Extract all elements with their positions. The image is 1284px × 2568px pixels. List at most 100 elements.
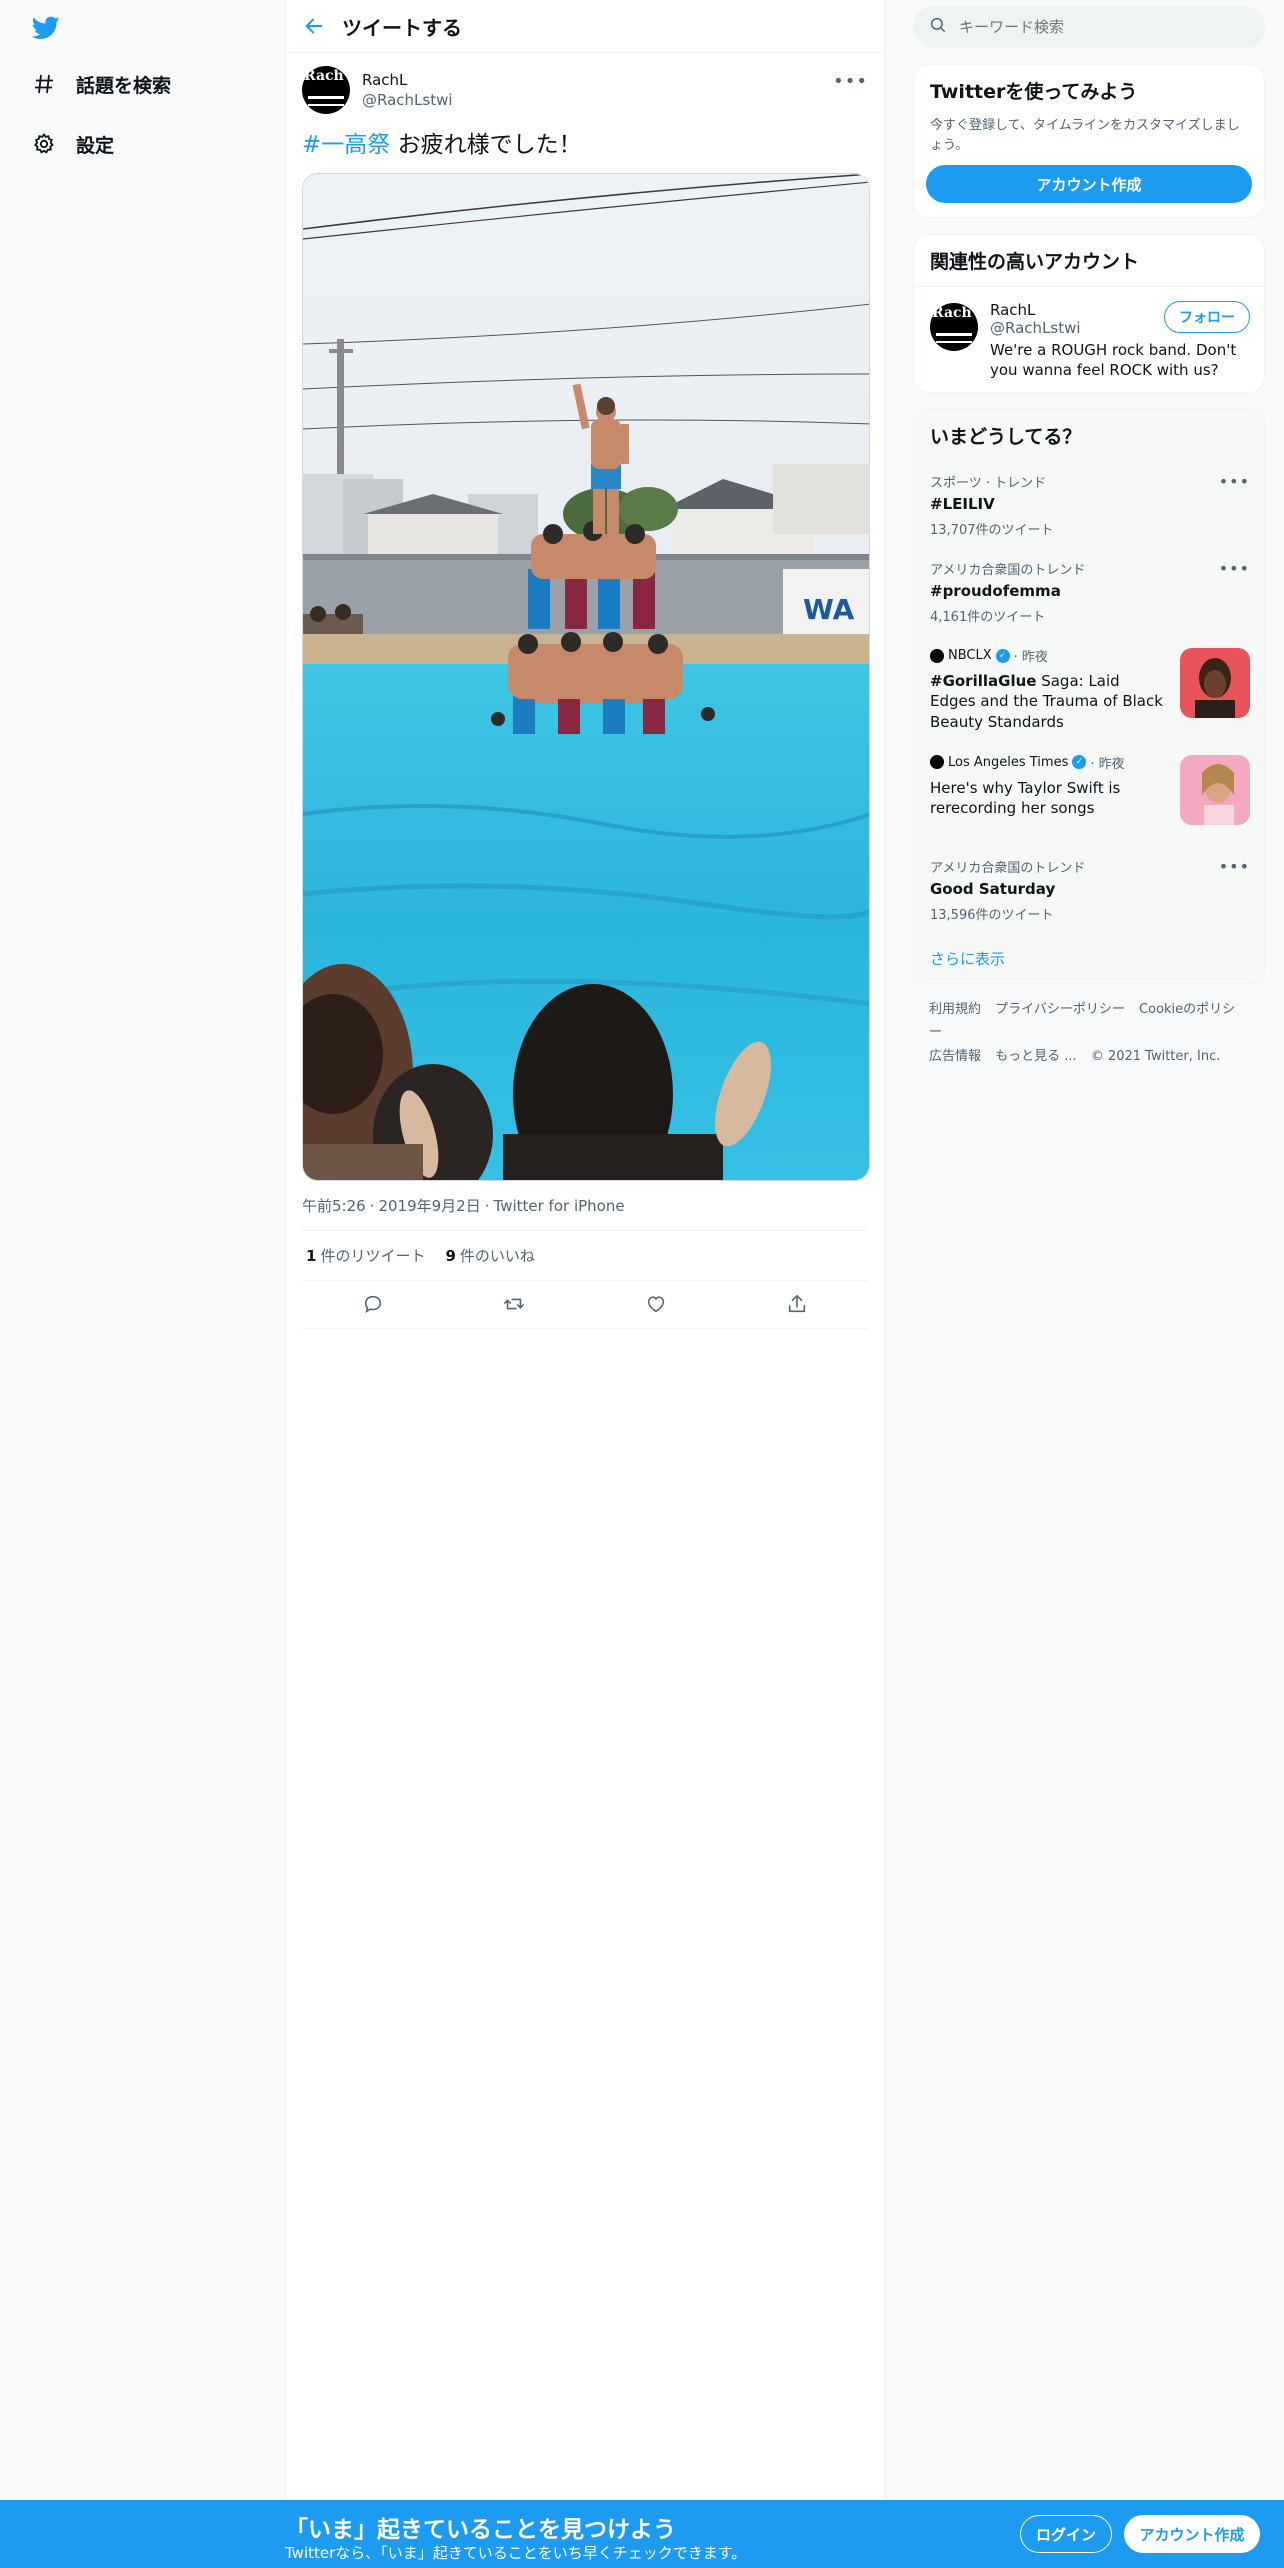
search-input[interactable] (959, 18, 1239, 36)
tweet: Rach RachL @RachLstwi ••• #一高祭 お疲れ様でした！ (286, 53, 884, 1329)
footer-copyright: © 2021 Twitter, Inc. (1090, 1048, 1221, 1064)
tweet-counts: 1 件のリツイート 9 件のいいね (302, 1231, 868, 1281)
related-title: 関連性の高いアカウント (930, 251, 1140, 273)
retweet-count-number: 1 (306, 1246, 317, 1265)
more-icon[interactable]: ••• (833, 71, 868, 92)
bottom-signup-bar: 「いま」起きていることを見つけよう Twitterなら、「いま」起きていることを… (0, 2500, 1284, 2568)
bottom-bar-subtitle: Twitterなら、「いま」起きていることをいち早くチェックできます。 (285, 2544, 747, 2562)
news-source-name: NBCLX (948, 648, 992, 663)
page-title: ツイートする (342, 15, 462, 40)
avatar[interactable]: Rach (302, 66, 350, 114)
nbclx-logo-icon (930, 648, 944, 663)
trend-count: 13,707件のツイート (930, 523, 1054, 538)
tweet-source[interactable]: Twitter for iPhone (494, 1197, 625, 1215)
author-name[interactable]: RachL (362, 71, 453, 89)
footer-links: 利用規約 プライバシーポリシー Cookieのポリシー 広告情報 もっと見る .… (913, 984, 1265, 1082)
news-item[interactable]: Los Angeles Times ✓ · 昨夜 Here's why Tayl… (914, 741, 1264, 846)
verified-icon: ✓ (995, 648, 1010, 663)
share-icon[interactable] (777, 1284, 817, 1324)
news-thumbnail (1180, 648, 1250, 718)
retweet-count[interactable]: 1 件のリツイート (306, 1245, 425, 1266)
main-column: ツイートする Rach RachL @RachLstwi ••• #一高祭 お疲… (285, 0, 885, 2500)
footer-more[interactable]: もっと見る ... (995, 1049, 1077, 1064)
tweet-body: お疲れ様でした！ (390, 132, 582, 158)
trend-item[interactable]: アメリカ合衆国のトレンド #proudofemma 4,161件のツイート ••… (914, 548, 1264, 635)
right-sidebar: Twitterを使ってみよう 今すぐ登録して、タイムラインをカスタマイズしましょ… (913, 0, 1265, 1082)
like-icon[interactable] (636, 1284, 676, 1324)
left-navigation: 話題を検索 設定 (0, 0, 285, 2568)
main-header: ツイートする (286, 0, 884, 53)
gear-icon (30, 130, 58, 158)
avatar[interactable]: Rach (930, 303, 978, 351)
news-title: Here's why Taylor Swift is rerecording h… (930, 778, 1170, 819)
author-handle[interactable]: @RachLstwi (362, 91, 453, 109)
related-bio: We're a ROUGH rock band. Don't you wanna… (990, 341, 1237, 379)
follow-button[interactable]: フォロー (1164, 301, 1250, 333)
trend-count: 4,161件のツイート (930, 610, 1046, 625)
twitter-logo-icon[interactable] (30, 14, 62, 42)
tweet-date[interactable]: 2019年9月2日 (378, 1197, 480, 1215)
bottom-signup-button[interactable]: アカウント作成 (1124, 2515, 1260, 2553)
avatar-scrawl (936, 333, 972, 343)
news-time: · 昨夜 (1013, 650, 1048, 665)
trend-item[interactable]: スポーツ · トレンド #LEILIV 13,707件のツイート ••• (914, 461, 1264, 548)
footer-ads[interactable]: 広告情報 (929, 1049, 981, 1064)
tweet-text: #一高祭 お疲れ様でした！ (302, 131, 868, 161)
hashtag-icon (30, 70, 58, 98)
la-times-logo-icon (930, 755, 944, 770)
reply-icon[interactable] (353, 1284, 393, 1324)
news-item[interactable]: NBCLX ✓ · 昨夜 #GorillaGlue Saga: Laid Edg… (914, 635, 1264, 742)
related-account[interactable]: Rach RachL @RachLstwi We're a ROUGH rock… (914, 286, 1264, 392)
trends-title: いまどうしてる？ (930, 426, 1082, 448)
tweet-header: Rach RachL @RachLstwi ••• (302, 65, 868, 115)
user-info[interactable]: RachL @RachLstwi (362, 71, 453, 109)
tweet-photo[interactable]: WA (302, 172, 870, 1181)
nav-explore[interactable]: 話題を検索 (30, 64, 171, 104)
more-icon[interactable]: ••• (1219, 857, 1250, 876)
trends-card: いまどうしてる？ スポーツ · トレンド #LEILIV 13,707件のツイー… (913, 409, 1265, 984)
signup-button[interactable]: アカウント作成 (926, 165, 1252, 203)
avatar-logo-text: Rach (304, 68, 344, 84)
avatar-logo-text: Rach (932, 305, 972, 321)
news-time: · 昨夜 (1090, 756, 1125, 772)
trend-context: アメリカ合衆国のトレンド (930, 860, 1086, 876)
trend-name: #proudofemma (930, 582, 1061, 600)
retweet-icon[interactable] (494, 1284, 534, 1324)
tweet-hashtag[interactable]: #一高祭 (302, 132, 390, 158)
trend-item[interactable]: アメリカ合衆国のトレンド Good Saturday 13,596件のツイート … (914, 845, 1264, 933)
news-title-text: Here's why Taylor Swift is rerecording h… (930, 778, 1121, 817)
signup-title: Twitterを使ってみよう (930, 81, 1138, 103)
footer-privacy[interactable]: プライバシーポリシー (995, 1002, 1125, 1017)
footer-terms[interactable]: 利用規約 (929, 1002, 981, 1017)
news-source-name: Los Angeles Times (948, 754, 1069, 770)
like-count-number: 9 (445, 1246, 456, 1265)
more-icon[interactable]: ••• (1219, 559, 1250, 578)
trend-context: アメリカ合衆国のトレンド (930, 563, 1086, 578)
verified-icon: ✓ (1072, 755, 1087, 770)
show-more-link[interactable]: さらに表示 (914, 932, 1264, 983)
signup-description: 今すぐ登録して、タイムラインをカスタマイズしましょう。 (930, 118, 1240, 153)
trend-context: スポーツ · トレンド (930, 476, 1047, 491)
bottom-bar-title: 「いま」起きていることを見つけよう (285, 2517, 676, 2543)
back-arrow-icon[interactable] (286, 0, 342, 53)
more-icon[interactable]: ••• (1219, 472, 1250, 491)
avatar-scrawl (308, 96, 344, 106)
nav-settings[interactable]: 設定 (30, 124, 114, 164)
trend-name: Good Saturday (930, 879, 1056, 898)
news-title: #GorillaGlue Saga: Laid Edges and the Tr… (930, 671, 1170, 732)
nav-explore-label: 話題を検索 (76, 74, 172, 97)
tweet-time[interactable]: 午前5:26 (302, 1197, 366, 1215)
search-box[interactable] (913, 6, 1265, 48)
like-count[interactable]: 9 件のいいね (445, 1245, 534, 1266)
search-icon (929, 16, 947, 38)
news-title-bold: #GorillaGlue (930, 672, 1037, 690)
trend-count: 13,596件のツイート (930, 907, 1054, 923)
trend-name: #LEILIV (930, 495, 995, 513)
login-button[interactable]: ログイン (1020, 2515, 1112, 2553)
media-banner-text: WA (803, 593, 855, 626)
like-count-label: 件のいいね (459, 1246, 535, 1265)
signup-card: Twitterを使ってみよう 今すぐ登録して、タイムラインをカスタマイズしましょ… (913, 64, 1265, 218)
news-thumbnail (1180, 754, 1250, 825)
related-accounts-card: 関連性の高いアカウント Rach RachL @RachLstwi We're … (913, 234, 1265, 393)
retweet-count-label: 件のリツイート (320, 1246, 426, 1265)
